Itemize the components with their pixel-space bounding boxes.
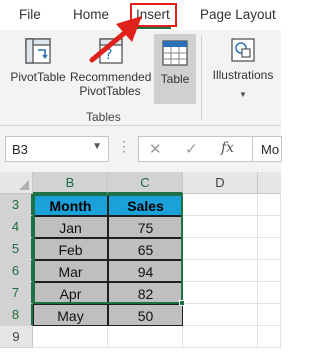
cell-c9[interactable] [108, 326, 183, 348]
illustrations-dropdown-icon: ▼ [239, 90, 247, 99]
insert-tab-highlight-box [130, 3, 177, 27]
column-header-e[interactable]: E [258, 172, 281, 194]
row-header-9[interactable]: 9 [0, 326, 33, 348]
formula-input[interactable]: Mo [252, 136, 282, 162]
row-header-7[interactable]: 7 [0, 282, 33, 304]
select-all-triangle-icon [19, 180, 29, 190]
cell-d7[interactable] [183, 282, 258, 304]
illustrations-label: Illustrations [212, 68, 274, 82]
cell-d9[interactable] [183, 326, 258, 348]
cell-e7[interactable] [258, 282, 281, 304]
insert-function-icon[interactable]: fx [221, 140, 234, 156]
column-header-b[interactable]: B [33, 172, 108, 194]
cell-b9[interactable] [33, 326, 108, 348]
cell-d4[interactable] [183, 216, 258, 238]
fill-handle[interactable] [179, 300, 185, 306]
name-box[interactable]: B3 ▼ [5, 136, 109, 162]
pivot-table-button[interactable]: PivotTable [8, 36, 68, 84]
name-box-value: B3 [12, 142, 28, 157]
column-header-c[interactable]: C [108, 172, 183, 194]
table-header-sales[interactable]: Sales [108, 194, 183, 216]
illustrations-button[interactable]: Illustrations ▼ [207, 36, 279, 102]
table-button[interactable]: Table [154, 34, 196, 104]
table-cell-month[interactable]: Apr [33, 282, 108, 304]
table-cell-sales[interactable]: 75 [108, 216, 183, 238]
table-cell-sales[interactable]: 94 [108, 260, 183, 282]
recommended-pivottables-icon: ? [99, 38, 123, 64]
cell-e4[interactable] [258, 216, 281, 238]
cancel-entry-icon[interactable]: ✕ [149, 140, 162, 158]
cell-e5[interactable] [258, 238, 281, 260]
table-cell-sales[interactable]: 50 [108, 304, 183, 326]
row-header-6[interactable]: 6 [0, 260, 33, 282]
tables-group-label: Tables [86, 110, 121, 124]
tab-file[interactable]: File [19, 7, 41, 22]
table-cell-month[interactable]: Jan [33, 216, 108, 238]
svg-text:?: ? [105, 47, 112, 63]
row-header-3[interactable]: 3 [0, 194, 33, 216]
recommended-pivottables-label-line1: Recommended [70, 70, 152, 84]
row-header-4[interactable]: 4 [0, 216, 33, 238]
row-header-5[interactable]: 5 [0, 238, 33, 260]
select-all-corner[interactable] [0, 172, 33, 194]
table-cell-month[interactable]: May [33, 304, 108, 326]
pivot-table-icon [25, 38, 51, 64]
tab-home[interactable]: Home [73, 7, 109, 22]
recommended-pivottables-label-line2: PivotTables [79, 84, 141, 98]
pivot-table-label: PivotTable [10, 70, 66, 84]
table-cell-sales[interactable]: 82 [108, 282, 183, 304]
illustrations-icon [231, 38, 255, 62]
active-tab-underline [137, 27, 171, 29]
table-cell-month[interactable]: Feb [33, 238, 108, 260]
table-cell-month[interactable]: Mar [33, 260, 108, 282]
cell-e3[interactable] [258, 194, 281, 216]
cell-e6[interactable] [258, 260, 281, 282]
ribbon-separator [201, 36, 202, 120]
table-cell-sales[interactable]: 65 [108, 238, 183, 260]
recommended-pivottables-button[interactable]: ? Recommended PivotTables [70, 36, 152, 98]
row-header-8[interactable]: 8 [0, 304, 33, 326]
confirm-entry-icon[interactable]: ✓ [185, 140, 198, 158]
tab-page-layout[interactable]: Page Layout [200, 7, 276, 22]
cell-d8[interactable] [183, 304, 258, 326]
worksheet-grid: B C D E 3 4 5 6 7 8 9 Month Sales Jan 75… [0, 172, 281, 355]
ribbon-panel: PivotTable ? Recommended PivotTables Tab… [0, 30, 281, 126]
cell-d3[interactable] [183, 194, 258, 216]
cell-e9[interactable] [258, 326, 281, 348]
column-header-d[interactable]: D [183, 172, 258, 194]
name-box-dropdown-icon[interactable]: ▼ [92, 141, 102, 152]
cell-e8[interactable] [258, 304, 281, 326]
table-label: Table [160, 72, 190, 86]
formula-bar-grip-icon[interactable]: ⋮ [117, 138, 131, 155]
cell-d5[interactable] [183, 238, 258, 260]
cell-d6[interactable] [183, 260, 258, 282]
ribbon-tab-bar: File Home Insert Page Layout [0, 0, 281, 30]
table-icon [162, 40, 188, 66]
formula-bar: B3 ▼ ⋮ ✕ ✓ fx Mo [0, 126, 282, 172]
table-header-month[interactable]: Month [33, 194, 108, 216]
